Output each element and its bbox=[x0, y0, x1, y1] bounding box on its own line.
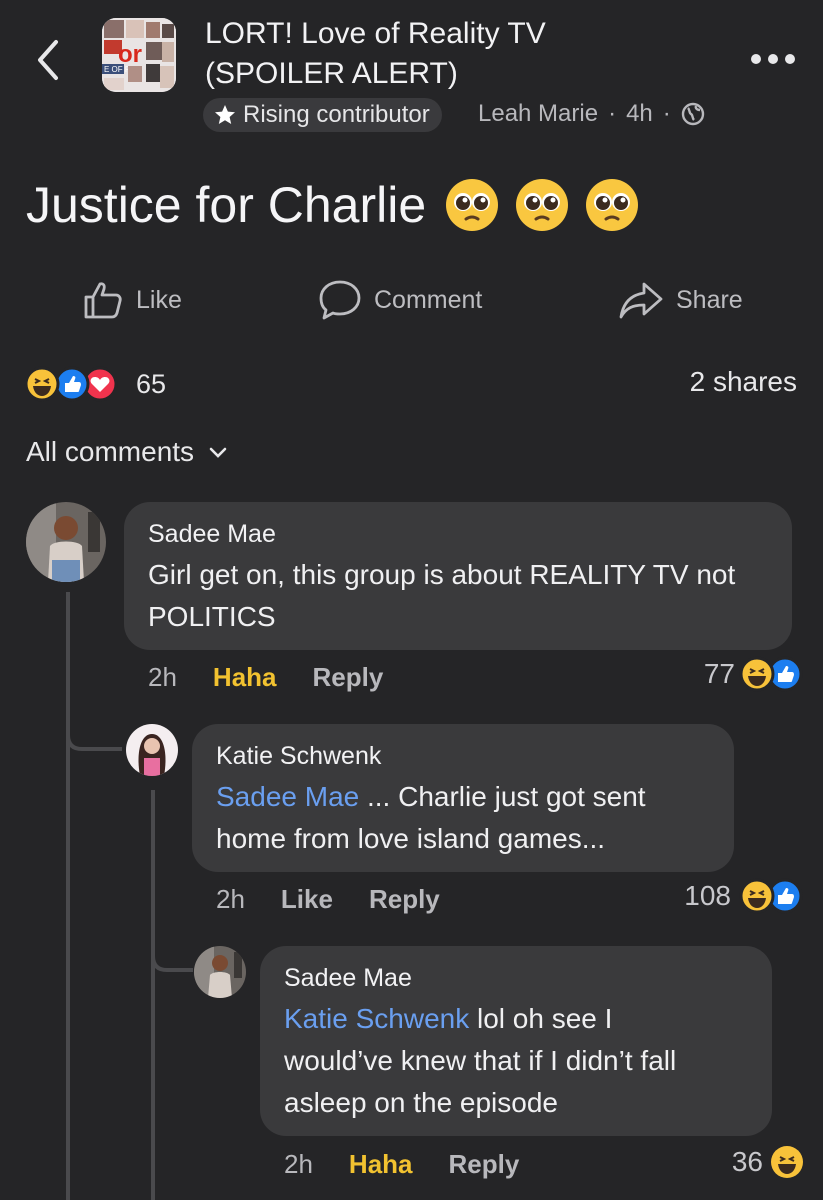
avatar[interactable] bbox=[126, 724, 178, 776]
haha-reaction-button[interactable]: Haha bbox=[349, 1149, 413, 1180]
comment-actions: 2h Like Reply bbox=[216, 884, 476, 915]
reaction-icons bbox=[24, 366, 118, 402]
reply-button[interactable]: Reply bbox=[369, 884, 440, 915]
comment-bubble: Katie Schwenk Sadee Mae ... Charlie just… bbox=[192, 724, 734, 872]
comment-text: Sadee Mae ... Charlie just got sent home… bbox=[216, 776, 728, 860]
post-text: Justice for Charlie bbox=[26, 170, 654, 240]
thread-connector bbox=[151, 948, 193, 972]
commenter-name[interactable]: Sadee Mae bbox=[284, 964, 412, 993]
thumbs-up-icon bbox=[84, 282, 122, 319]
thread-connector bbox=[66, 725, 122, 751]
pleading-emojis bbox=[444, 177, 654, 233]
comment-filter-dropdown[interactable]: All comments bbox=[26, 436, 228, 468]
star-icon bbox=[215, 105, 235, 124]
thread-line bbox=[151, 790, 155, 1200]
reaction-count: 108 bbox=[684, 880, 731, 911]
globe-icon bbox=[681, 102, 704, 126]
group-name[interactable]: LORT! Love of Reality TV (SPOILER ALERT) bbox=[205, 14, 546, 94]
comment-text-line: home from love island games... bbox=[216, 823, 606, 854]
comment-label: Comment bbox=[374, 285, 483, 314]
author-name[interactable]: Leah Marie bbox=[478, 100, 598, 128]
share-label: Share bbox=[676, 285, 743, 314]
reaction-summary[interactable]: 65 bbox=[24, 366, 166, 402]
comment-time: 2h bbox=[148, 662, 177, 692]
comment-text: Katie Schwenk lol oh see I would’ve knew… bbox=[284, 998, 768, 1124]
comment-time: 2h bbox=[284, 1149, 313, 1179]
reply-button[interactable]: Reply bbox=[313, 662, 384, 693]
post-meta: Leah Marie · 4h · bbox=[478, 100, 705, 128]
chevron-down-icon bbox=[209, 447, 227, 458]
like-comment-button[interactable]: Like bbox=[281, 884, 333, 915]
commenter-name[interactable]: Katie Schwenk bbox=[216, 742, 381, 771]
avatar[interactable] bbox=[26, 502, 106, 582]
comment-bubble-icon bbox=[319, 280, 361, 320]
comment-text-line: ... Charlie just got sent bbox=[359, 781, 646, 812]
comment-bubble: Sadee Mae Girl get on, this group is abo… bbox=[124, 502, 792, 650]
comment-time: 2h bbox=[216, 884, 245, 914]
share-button[interactable]: Share bbox=[618, 278, 743, 322]
comment-text-line: asleep on the episode bbox=[284, 1087, 558, 1118]
comment-reactions[interactable]: 36 bbox=[732, 1144, 805, 1180]
post-time: 4h bbox=[626, 100, 653, 127]
reaction-count: 65 bbox=[136, 368, 167, 399]
reaction-count: 77 bbox=[703, 658, 735, 689]
like-button[interactable]: Like bbox=[82, 278, 182, 322]
more-options-icon[interactable] bbox=[750, 52, 796, 66]
comment-text: Girl get on, this group is about REALITY… bbox=[148, 559, 736, 632]
separator-dot: · bbox=[608, 100, 617, 127]
comment-actions: 2h Haha Reply bbox=[284, 1149, 555, 1180]
comment-reactions[interactable]: 108 bbox=[684, 878, 805, 914]
back-icon[interactable] bbox=[30, 36, 70, 84]
haha-icon bbox=[771, 1146, 803, 1178]
haha-like-icons bbox=[739, 656, 803, 692]
comment-text-line: would’ve knew that if I didn’t fall bbox=[284, 1045, 677, 1076]
mention-link[interactable]: Sadee Mae bbox=[216, 781, 359, 812]
reply-button[interactable]: Reply bbox=[449, 1149, 520, 1180]
svg-text:E OF R: E OF R bbox=[104, 65, 131, 74]
group-name-line2: (SPOILER ALERT) bbox=[205, 57, 458, 90]
comment-bubble: Sadee Mae Katie Schwenk lol oh see I wou… bbox=[260, 946, 772, 1136]
comment-reactions[interactable]: 77 bbox=[704, 656, 805, 692]
reaction-count: 36 bbox=[731, 1146, 763, 1177]
badge-label: Rising contributor bbox=[243, 101, 430, 128]
share-count[interactable]: 2 shares bbox=[690, 366, 797, 398]
rising-contributor-badge: Rising contributor bbox=[203, 98, 442, 132]
group-name-line1: LORT! Love of Reality TV bbox=[205, 17, 546, 50]
pleading-face-icon bbox=[586, 179, 639, 231]
comment-filter-label: All comments bbox=[26, 436, 195, 467]
thread-line bbox=[66, 592, 70, 1200]
mention-link[interactable]: Katie Schwenk bbox=[284, 1003, 469, 1034]
pleading-face-icon bbox=[516, 179, 569, 231]
haha-reaction-button[interactable]: Haha bbox=[213, 662, 277, 693]
pleading-face-icon bbox=[446, 179, 499, 231]
share-arrow-icon bbox=[619, 282, 663, 319]
post-title: Justice for Charlie bbox=[26, 177, 427, 233]
comment-button[interactable]: Comment bbox=[318, 278, 482, 322]
group-avatar[interactable]: or E OF R bbox=[102, 18, 176, 92]
comment-text-line: lol oh see I bbox=[469, 1003, 613, 1034]
like-label: Like bbox=[136, 285, 182, 314]
avatar[interactable] bbox=[194, 946, 246, 998]
svg-text:or: or bbox=[118, 41, 142, 68]
comment-actions: 2h Haha Reply bbox=[148, 662, 419, 693]
separator-dot: · bbox=[662, 100, 671, 127]
commenter-name[interactable]: Sadee Mae bbox=[148, 520, 276, 549]
haha-like-icons bbox=[739, 878, 803, 914]
